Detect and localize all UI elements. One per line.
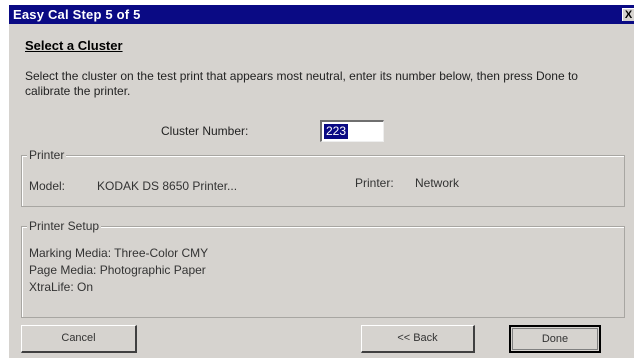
- cancel-button[interactable]: Cancel: [21, 325, 137, 353]
- printer-group-label: Printer: [27, 148, 67, 162]
- setup-line-marking-media: Marking Media: Three-Color CMY: [29, 246, 209, 260]
- printer-value: Network: [415, 176, 460, 190]
- title-bar[interactable]: Easy Cal Step 5 of 5 X: [9, 5, 634, 24]
- easy-cal-dialog: Easy Cal Step 5 of 5 X Select a Cluster …: [8, 4, 634, 358]
- window-title: Easy Cal Step 5 of 5: [13, 7, 141, 22]
- close-button[interactable]: X: [622, 8, 634, 21]
- setup-line-page-media: Page Media: Photographic Paper: [29, 263, 206, 277]
- model-label: Model:: [29, 179, 66, 193]
- setup-line-xtralife: XtraLife: On: [29, 280, 94, 294]
- step-heading: Select a Cluster: [25, 38, 123, 53]
- instructions-text: Select the cluster on the test print tha…: [25, 69, 578, 98]
- cluster-number-value: 223: [324, 124, 349, 139]
- done-button[interactable]: Done: [509, 325, 601, 353]
- printer-label: Printer:: [355, 176, 394, 190]
- cluster-number-label: Cluster Number:: [161, 124, 249, 138]
- printer-setup-label: Printer Setup: [27, 219, 102, 233]
- cluster-number-input[interactable]: 223: [320, 120, 384, 142]
- model-value: KODAK DS 8650 Printer...: [97, 179, 238, 193]
- close-icon: X: [624, 9, 633, 21]
- back-button[interactable]: << Back: [361, 325, 475, 353]
